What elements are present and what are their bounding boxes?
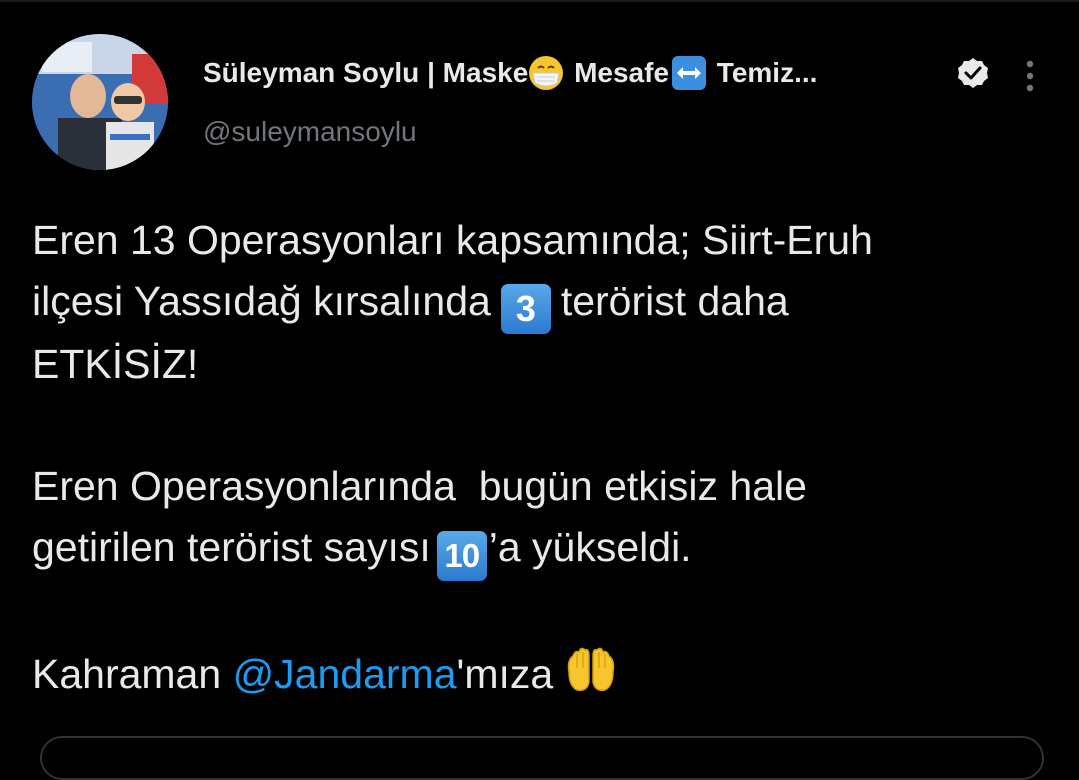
tweet-text-segment: ilçesi Yassıdağ kırsalında — [32, 278, 491, 324]
mention-link[interactable]: @Jandarma — [233, 651, 457, 697]
tweet-text-segment: getirilen terörist sayısı — [32, 524, 431, 570]
avatar[interactable] — [32, 34, 168, 170]
avatar-photo — [32, 34, 168, 170]
tweet-paragraph: Eren 13 Operasyonları kapsamında; Siirt-… — [32, 210, 1052, 395]
author-name-part: Mesafe — [566, 57, 670, 88]
tweet-text-segment: ’a yükseldi. — [488, 524, 692, 570]
tweet-line: ETKİSİZ! — [32, 341, 199, 387]
mask-face-emoji-icon — [529, 56, 564, 90]
author-name-part: Temiz... — [709, 57, 818, 88]
author-display-name[interactable]: Süleyman Soylu | Maske Mesafe Temiz... — [203, 55, 817, 91]
tweet-text: Eren 13 Operasyonları kapsamında; Siirt-… — [32, 210, 1052, 705]
tweet-paragraph: Kahraman @Jandarma'mıza — [32, 642, 1052, 705]
top-divider — [0, 0, 1079, 2]
tweet-line: ilçesi Yassıdağ kırsalında 3 terörist daha — [32, 271, 1052, 334]
tweet-paragraph: Eren Operasyonlarında bugün etkisiz hale… — [32, 456, 1052, 581]
tweet-text-segment: terörist daha — [560, 278, 789, 324]
keycap-three-emoji-icon: 3 — [500, 284, 551, 334]
keycap-ten-emoji-icon: 10 — [436, 531, 487, 581]
tweet-text-segment: Kahraman — [32, 651, 233, 697]
raised-hands-emoji-icon — [567, 647, 615, 692]
left-right-arrow-emoji-icon — [672, 56, 707, 90]
tweet-line: Eren 13 Operasyonları kapsamında; Siirt-… — [32, 217, 873, 263]
quoted-card-edge — [40, 736, 1044, 780]
tweet-line: getirilen terörist sayısı 10’a yükseldi. — [32, 517, 1052, 581]
verified-badge-icon — [958, 58, 988, 88]
more-options-icon[interactable] — [1012, 56, 1048, 96]
tweet-text-segment: 'mıza — [456, 651, 554, 697]
tweet-line: Kahraman @Jandarma'mıza — [32, 642, 1052, 705]
tweet-line: Eren Operasyonlarında bugün etkisiz hale — [32, 463, 807, 509]
author-name-part: Süleyman Soylu | Maske — [203, 57, 529, 88]
author-name-row[interactable]: Süleyman Soylu | Maske Mesafe Temiz... — [203, 50, 817, 96]
author-handle[interactable]: @suleymansoylu — [203, 116, 417, 148]
